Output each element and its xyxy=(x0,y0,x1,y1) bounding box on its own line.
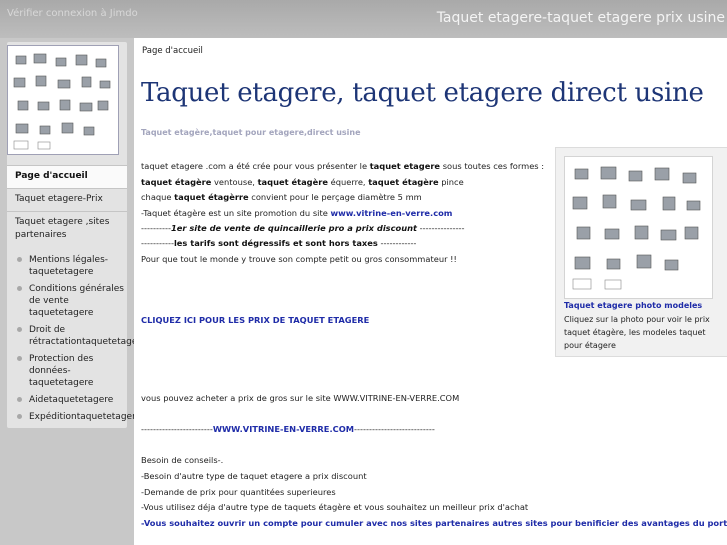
photo-title[interactable]: Taquet etagere photo modeles xyxy=(564,301,702,310)
intro-line: taquet etagere .com a été crée pour vous… xyxy=(141,161,544,171)
nav-item-home[interactable]: Page d'accueil xyxy=(7,165,127,188)
everyone-line: Pour que tout le monde y trouve son comp… xyxy=(141,254,457,264)
text: pince xyxy=(438,177,464,187)
advice-line-3: -Vous utilisez déja d'autre type de taqu… xyxy=(141,502,529,512)
vitrine-link-caps[interactable]: WWW.VITRINE-EN-VERRE.COM xyxy=(213,424,354,434)
bold-text: 1er site de vente de quincaillerie pro a… xyxy=(170,223,417,233)
main-content: Page d'accueil Taquet etagere, taquet et… xyxy=(134,38,727,545)
subnav-item-help[interactable]: Aidetaquetetagere xyxy=(7,393,127,410)
shelf-supports-photo-icon xyxy=(572,166,701,290)
subnav-item-shipping[interactable]: Expéditiontaquetetagere xyxy=(7,410,141,427)
bold-text: taquet étagère xyxy=(141,177,212,187)
dash-link-line: ------------------------WWW.VITRINE-EN-V… xyxy=(141,424,435,434)
promo-line: -Taquet étagère est un site promotion du… xyxy=(141,208,452,218)
forms-line: taquet étagère ventouse, taquet étagère … xyxy=(141,177,464,187)
text: convient pour le perçage diamètre 5 mm xyxy=(248,192,422,202)
bold-text: taquet étagèrre xyxy=(174,192,249,202)
vitrine-link[interactable]: www.vitrine-en-verre.com xyxy=(330,208,452,218)
photo-box: Taquet etagere photo modeles Cliquez sur… xyxy=(555,147,727,357)
text: ventouse, xyxy=(211,177,258,187)
advice-line-1: -Besoin d'autre type de taquet etagere a… xyxy=(141,471,367,481)
cta-link-text[interactable]: CLIQUEZ ICI POUR LES PRIX DE TAQUET ETAG… xyxy=(141,315,369,325)
subnav-item-mentions[interactable]: Mentions légales-taquetetagere xyxy=(7,253,127,282)
bold-text: les tarifs sont dégressifs et sont hors … xyxy=(173,238,378,248)
photo-caption: Cliquez sur la photo pour voir le prix t… xyxy=(564,315,710,350)
subnav-item-privacy[interactable]: Protection des données-taquetetagere xyxy=(7,352,127,393)
text: chaque xyxy=(141,192,175,202)
text: taquet etagere .com a été crée pour vous… xyxy=(141,161,370,171)
prices-line: -----------les tarifs sont dégressifs et… xyxy=(141,238,416,248)
advice-line-2: -Demande de prix pour quantitées superie… xyxy=(141,487,336,497)
subnav-item-retractation[interactable]: Droit de rétractationtaquetetagere xyxy=(7,323,146,352)
page-subtitle: Taquet etagère,taquet pour etagere,direc… xyxy=(141,128,361,137)
main-nav: Page d'accueil Taquet etagere-Prix Taque… xyxy=(7,165,146,427)
login-link[interactable]: Vérifier connexion à Jimdo xyxy=(7,8,138,19)
photo-image[interactable] xyxy=(564,156,713,299)
discount-line: ----------1er site de vente de quincaill… xyxy=(141,223,465,233)
subnav-item-cgv[interactable]: Conditions générales de vente taquetetag… xyxy=(7,282,127,323)
sub-nav: Mentions légales-taquetetagere Condition… xyxy=(7,247,146,427)
text: --------------------------- xyxy=(354,424,435,434)
wholesale-line: vous pouvez acheter a prix de gros sur l… xyxy=(141,393,460,403)
top-bar: Vérifier connexion à Jimdo Taquet etager… xyxy=(0,0,727,38)
sidebar: Page d'accueil Taquet etagere-Prix Taque… xyxy=(7,42,146,428)
bold-text: taquet étagère xyxy=(257,177,328,187)
text: -Taquet étagère est un site promotion du… xyxy=(141,208,331,218)
page-title: Taquet etagere, taquet etagere direct us… xyxy=(141,78,704,108)
advice-line-4[interactable]: -Vous souhaitez ouvrir un compte pour cu… xyxy=(141,518,727,528)
shelf-supports-logo-icon xyxy=(13,53,111,150)
text: ----------- xyxy=(141,238,174,248)
breadcrumb: Page d'accueil xyxy=(142,46,203,56)
text: ------------ xyxy=(377,238,417,248)
nav-item-prix[interactable]: Taquet etagere-Prix xyxy=(7,188,127,211)
text: sous toutes ces formes : xyxy=(440,161,545,171)
drill-line: chaque taquet étagèrre convient pour le … xyxy=(141,192,422,202)
text: ------------------------ xyxy=(141,424,213,434)
text: équerre, xyxy=(327,177,369,187)
bold-text: taquet etagere xyxy=(369,161,441,171)
nav-item-partners[interactable]: Taquet etagere ,sites partenaires xyxy=(7,211,127,247)
logo-image[interactable] xyxy=(7,45,119,155)
text: ---------- xyxy=(141,223,171,233)
advice-heading: Besoin de conseils-. xyxy=(141,455,224,465)
cta-link[interactable]: CLIQUEZ ICI POUR LES PRIX DE TAQUET ETAG… xyxy=(141,315,369,325)
text: --------------- xyxy=(417,223,465,233)
bold-text: taquet étagère xyxy=(368,177,439,187)
site-title: Taquet etagere-taquet etagere prix usine xyxy=(436,10,725,26)
